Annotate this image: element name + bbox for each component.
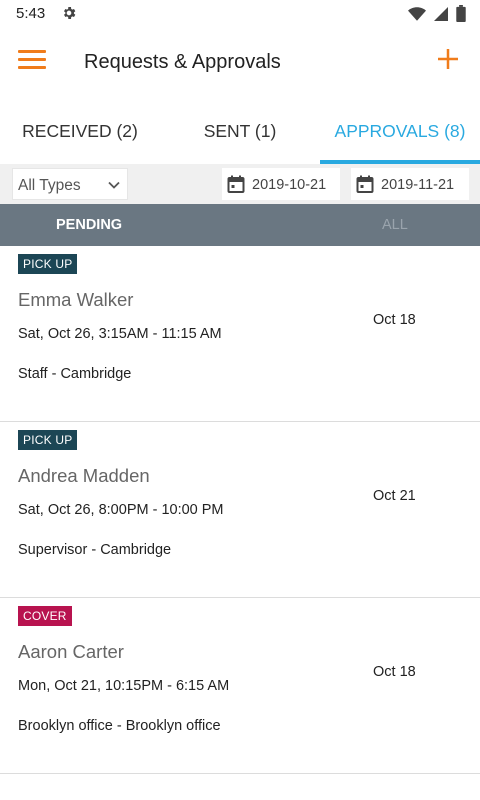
shift-location: Staff - Cambridge bbox=[18, 366, 132, 382]
request-type-badge: PICK UP bbox=[18, 430, 78, 450]
requester-name: Emma Walker bbox=[18, 289, 134, 310]
from-date-value: 2019-10-21 bbox=[252, 177, 327, 193]
status-bar: 5:43 bbox=[0, 0, 480, 28]
type-dropdown[interactable]: All Types bbox=[12, 168, 128, 200]
calendar-icon bbox=[356, 175, 374, 193]
shift-time: Mon, Oct 21, 10:15PM - 6:15 AM bbox=[18, 678, 230, 694]
from-date-picker[interactable]: 2019-10-21 bbox=[222, 168, 340, 200]
filter-bar: All Types 2019-10-21 2019-11-21 bbox=[0, 164, 480, 204]
status-time: 5:43 bbox=[16, 5, 46, 22]
request-type-badge: PICK UP bbox=[18, 254, 78, 274]
settings-gear-icon bbox=[64, 7, 76, 19]
status-segment-bar: PENDING ALL bbox=[0, 204, 480, 246]
calendar-icon bbox=[227, 175, 245, 193]
request-card[interactable]: PICK UP Andrea Madden Sat, Oct 26, 8:00P… bbox=[0, 422, 480, 598]
tab-bar: RECEIVED (2) SENT (1) APPROVALS (8) bbox=[0, 106, 480, 164]
request-date: Oct 18 bbox=[373, 664, 416, 680]
tab-received[interactable]: RECEIVED (2) bbox=[0, 106, 160, 164]
request-card[interactable]: PICK UP Emma Walker Sat, Oct 26, 3:15AM … bbox=[0, 246, 480, 422]
request-date: Oct 18 bbox=[373, 312, 416, 328]
shift-time: Sat, Oct 26, 3:15AM - 11:15 AM bbox=[18, 326, 222, 342]
hamburger-menu-icon[interactable] bbox=[18, 50, 46, 72]
app-bar: Requests & Approvals bbox=[0, 28, 480, 98]
shift-location: Supervisor - Cambridge bbox=[18, 542, 172, 558]
cell-signal-icon bbox=[434, 6, 448, 21]
requester-name: Aaron Carter bbox=[18, 641, 124, 662]
segment-pending[interactable]: PENDING bbox=[56, 204, 122, 246]
to-date-picker[interactable]: 2019-11-21 bbox=[351, 168, 469, 200]
shift-location: Brooklyn office - Brooklyn office bbox=[18, 718, 221, 734]
add-plus-icon[interactable] bbox=[438, 49, 458, 69]
request-date: Oct 21 bbox=[373, 488, 416, 504]
type-dropdown-value: All Types bbox=[18, 177, 81, 194]
tab-approvals[interactable]: APPROVALS (8) bbox=[320, 106, 480, 164]
requester-name: Andrea Madden bbox=[18, 465, 150, 486]
shift-time: Sat, Oct 26, 8:00PM - 10:00 PM bbox=[18, 502, 224, 518]
chevron-down-icon bbox=[108, 181, 120, 189]
to-date-value: 2019-11-21 bbox=[381, 177, 455, 193]
tab-sent[interactable]: SENT (1) bbox=[160, 106, 320, 164]
page-title: Requests & Approvals bbox=[84, 51, 281, 73]
wifi-icon bbox=[408, 6, 426, 21]
request-list: PICK UP Emma Walker Sat, Oct 26, 3:15AM … bbox=[0, 246, 480, 774]
request-type-badge: COVER bbox=[18, 606, 72, 626]
request-card[interactable]: COVER Aaron Carter Mon, Oct 21, 10:15PM … bbox=[0, 598, 480, 774]
battery-icon bbox=[456, 5, 466, 22]
segment-all[interactable]: ALL bbox=[382, 204, 408, 246]
